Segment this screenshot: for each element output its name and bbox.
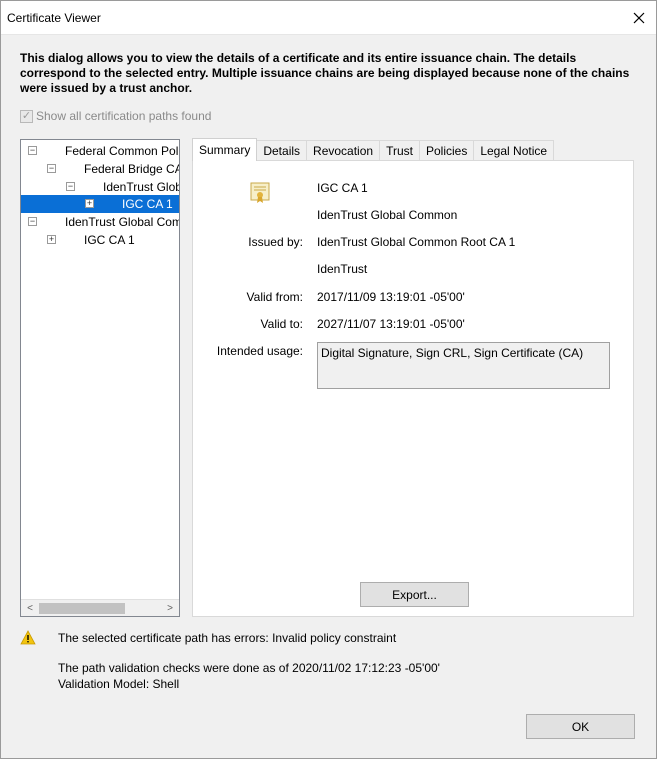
summary-panel: IGC CA 1 IdenTrust Global Common Issued … <box>192 160 634 617</box>
scroll-thumb[interactable] <box>39 603 125 614</box>
collapse-icon[interactable]: − <box>47 164 56 173</box>
show-all-paths-checkbox[interactable]: ✓ Show all certification paths found <box>20 109 211 123</box>
validation-model-text: Validation Model: Shell <box>58 677 180 691</box>
tab-bar: Summary Details Revocation Trust Policie… <box>192 138 555 161</box>
title-bar: Certificate Viewer <box>1 1 656 35</box>
collapse-icon[interactable]: − <box>28 217 37 226</box>
tab-summary[interactable]: Summary <box>192 138 258 161</box>
tree-item-identrust-global[interactable]: − IdenTrust Glob <box>21 178 179 196</box>
tree-item-federal-bridge-ca[interactable]: − Federal Bridge CA <box>21 160 179 178</box>
tab-trust[interactable]: Trust <box>379 140 420 161</box>
issued-by-label: Issued by: <box>248 235 303 249</box>
export-button[interactable]: Export... <box>360 582 469 607</box>
horizontal-scrollbar[interactable]: < > <box>21 599 179 616</box>
validation-time-text: The path validation checks were done as … <box>58 661 440 675</box>
intended-usage-box: Digital Signature, Sign CRL, Sign Certif… <box>317 342 610 389</box>
tab-policies[interactable]: Policies <box>418 140 475 161</box>
subject-organization: IdenTrust Global Common <box>317 208 458 222</box>
collapse-icon[interactable]: − <box>28 146 37 155</box>
show-all-paths-label: Show all certification paths found <box>36 109 212 123</box>
valid-from-label: Valid from: <box>246 290 303 304</box>
expand-icon[interactable]: + <box>47 235 56 244</box>
issuer-organization: IdenTrust <box>317 262 368 276</box>
intended-usage-label: Intended usage: <box>216 344 303 358</box>
collapse-icon[interactable]: − <box>66 182 75 191</box>
valid-from-value: 2017/11/09 13:19:01 -05'00' <box>317 290 465 304</box>
tab-details[interactable]: Details <box>256 140 308 161</box>
scroll-right-icon[interactable]: > <box>162 601 178 616</box>
subject-name: IGC CA 1 <box>317 181 368 195</box>
tree-item-federal-common-policy[interactable]: − Federal Common Pol <box>21 142 179 160</box>
close-button[interactable] <box>628 7 650 29</box>
tab-legal-notice[interactable]: Legal Notice <box>473 140 555 161</box>
valid-to-value: 2027/11/07 13:19:01 -05'00' <box>317 317 465 331</box>
path-error-message: The selected certificate path has errors… <box>58 631 397 645</box>
issuer-name: IdenTrust Global Common Root CA 1 <box>317 235 516 249</box>
scroll-left-icon[interactable]: < <box>22 601 38 616</box>
intro-text: This dialog allows you to view the detai… <box>20 51 630 95</box>
tree-item-igc-ca-1[interactable]: + IGC CA 1 <box>21 231 179 249</box>
tab-revocation[interactable]: Revocation <box>306 140 381 161</box>
valid-to-label: Valid to: <box>260 317 303 331</box>
expand-icon[interactable]: + <box>85 199 94 208</box>
tree-item-igc-ca-1-selected[interactable]: + IGC CA 1 <box>21 195 179 213</box>
ok-button[interactable]: OK <box>526 714 635 739</box>
close-icon <box>633 12 645 24</box>
certificate-viewer-window: Certificate Viewer This dialog allows yo… <box>0 0 657 759</box>
tree-item-identrust-global-common[interactable]: − IdenTrust Global Com <box>21 213 179 231</box>
window-title: Certificate Viewer <box>7 11 101 25</box>
certificate-icon <box>250 182 270 203</box>
warning-icon <box>20 630 36 645</box>
certificate-tree[interactable]: − Federal Common Pol − Federal Bridge CA… <box>20 139 180 617</box>
checkbox-icon: ✓ <box>20 109 33 123</box>
